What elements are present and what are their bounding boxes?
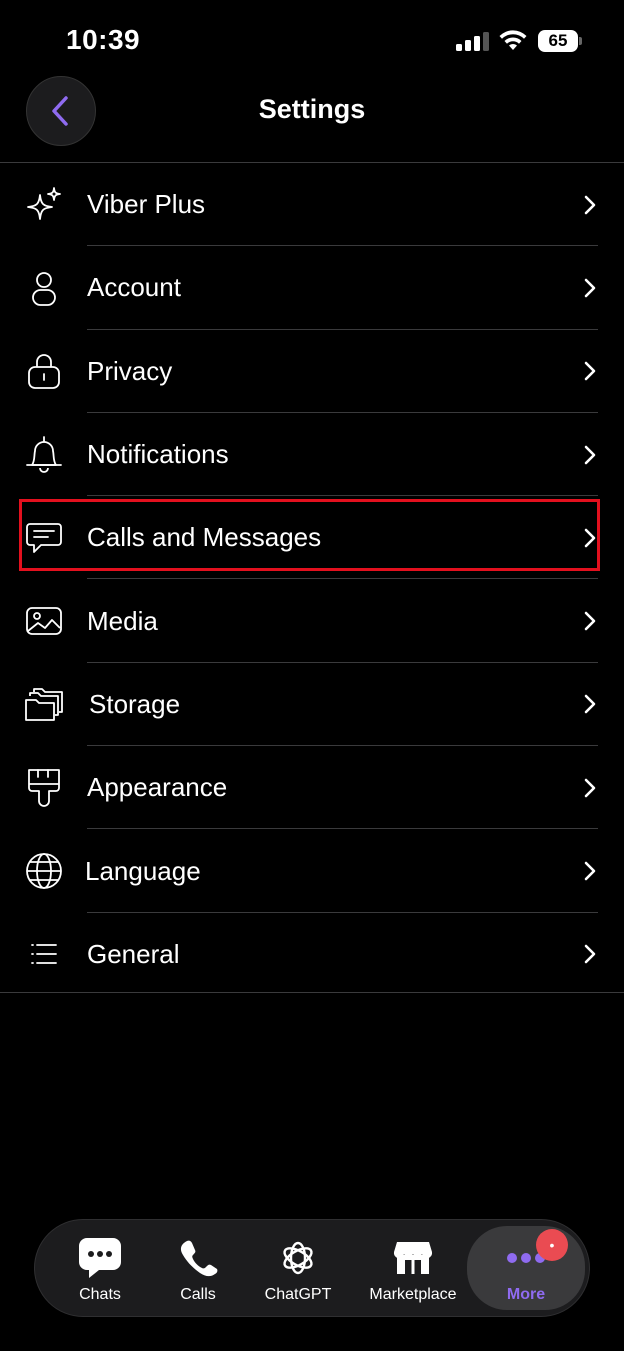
status-time: 10:39 xyxy=(66,24,141,55)
lock-icon xyxy=(24,351,64,391)
settings-item-privacy[interactable]: Privacy xyxy=(0,330,624,413)
battery-cap xyxy=(579,37,582,45)
settings-item-label: Notifications xyxy=(87,439,229,470)
nav-item-calls[interactable]: Calls xyxy=(161,1220,235,1318)
battery-indicator: 65 xyxy=(538,30,582,52)
image-icon xyxy=(24,601,64,641)
signal-icon xyxy=(456,32,489,51)
chevron-right-icon xyxy=(584,695,596,714)
chevron-right-icon xyxy=(584,945,596,964)
nav-item-chats[interactable]: Chats xyxy=(63,1220,137,1318)
person-icon xyxy=(24,268,64,308)
bottom-nav: Chats Calls ChatGPT Marketplace More xyxy=(34,1219,590,1317)
settings-item-calls-and-messages[interactable]: Calls and Messages xyxy=(0,496,624,580)
chevron-right-icon xyxy=(584,361,596,381)
page-title: Settings xyxy=(258,94,366,124)
settings-item-media[interactable]: Media xyxy=(0,579,624,663)
chat-bubble-icon xyxy=(24,518,64,558)
settings-item-general[interactable]: General xyxy=(0,913,624,996)
list-bottom-divider xyxy=(0,992,624,993)
phone-icon xyxy=(175,1236,221,1280)
bell-icon xyxy=(24,435,64,475)
nav-label: Chats xyxy=(79,1286,121,1303)
settings-item-label: Storage xyxy=(89,688,181,719)
settings-item-label: Account xyxy=(87,272,181,303)
settings-item-appearance[interactable]: Appearance xyxy=(0,746,624,830)
settings-item-label: Media xyxy=(87,605,158,636)
nav-label: Calls xyxy=(180,1286,216,1303)
settings-item-label: Language xyxy=(85,855,201,886)
nav-label: ChatGPT xyxy=(264,1286,332,1303)
paintbrush-icon xyxy=(24,768,64,808)
wifi-icon xyxy=(499,30,527,50)
status-bar: 10:39 65 xyxy=(0,0,624,80)
settings-list: Viber Plus Account Privacy Notifications… xyxy=(0,163,624,996)
chevron-right-icon xyxy=(584,528,596,548)
chat-bubble-icon xyxy=(77,1236,123,1280)
chevron-right-icon xyxy=(584,861,596,881)
settings-item-language[interactable]: Language xyxy=(0,829,624,913)
battery-level: 65 xyxy=(538,30,578,52)
nav-item-chatgpt[interactable]: ChatGPT xyxy=(255,1220,341,1318)
settings-item-label: Viber Plus xyxy=(87,189,206,220)
chevron-right-icon xyxy=(584,611,596,631)
settings-item-label: Calls and Messages xyxy=(87,522,322,553)
chevron-right-icon xyxy=(584,445,596,464)
settings-item-label: General xyxy=(87,938,180,969)
notification-badge: • xyxy=(536,1229,568,1261)
nav-item-more[interactable]: More xyxy=(467,1226,585,1310)
store-icon xyxy=(390,1236,436,1280)
sparkle-icon xyxy=(24,185,64,225)
nav-item-marketplace[interactable]: Marketplace xyxy=(361,1220,465,1318)
header: Settings xyxy=(0,74,624,162)
settings-item-storage[interactable]: Storage xyxy=(0,663,624,747)
folders-icon xyxy=(24,684,64,724)
chevron-right-icon xyxy=(584,278,596,298)
nav-label: Marketplace xyxy=(369,1286,457,1303)
nav-label: More xyxy=(506,1286,546,1303)
settings-item-account[interactable]: Account xyxy=(0,246,624,330)
settings-item-label: Privacy xyxy=(87,355,173,386)
settings-item-viber-plus[interactable]: Viber Plus xyxy=(0,163,624,247)
chatgpt-icon xyxy=(275,1236,321,1280)
chevron-right-icon xyxy=(584,778,596,798)
list-icon xyxy=(24,934,64,974)
globe-icon xyxy=(24,851,64,891)
settings-item-notifications[interactable]: Notifications xyxy=(0,413,624,497)
settings-item-label: Appearance xyxy=(87,772,228,803)
chevron-right-icon xyxy=(584,195,596,214)
